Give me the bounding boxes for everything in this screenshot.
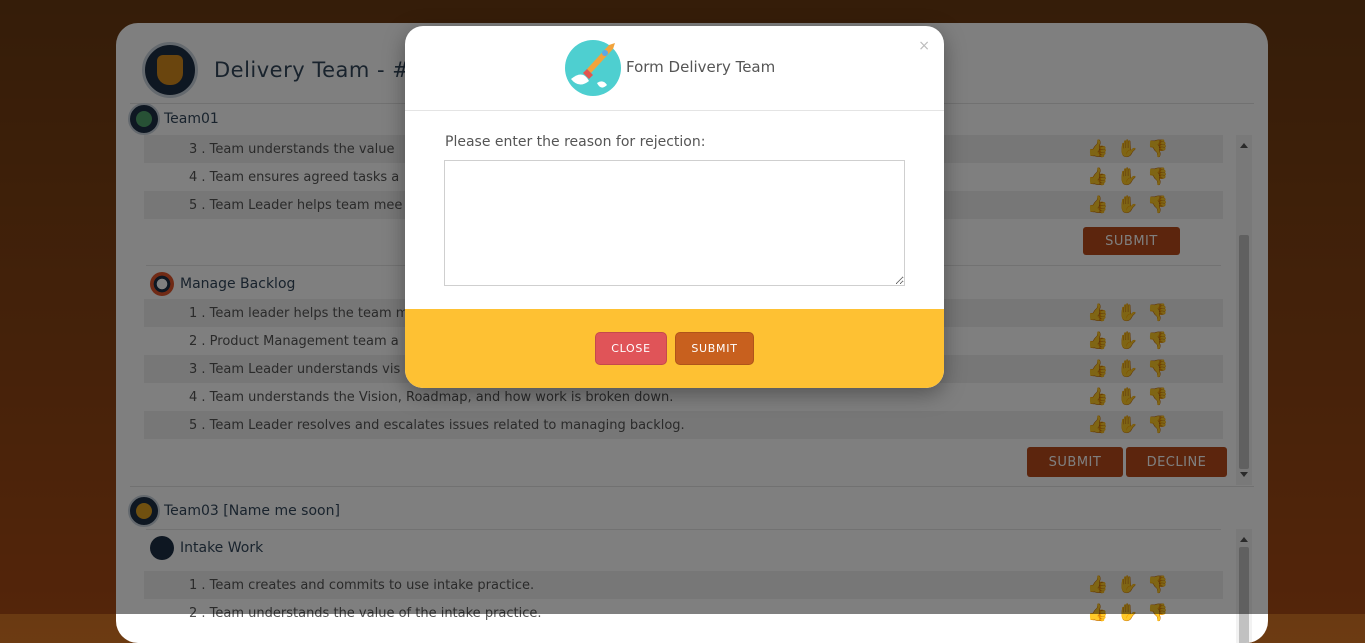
modal-title: Form Delivery Team — [626, 58, 776, 76]
close-icon[interactable]: × — [918, 38, 930, 54]
rejection-modal: Form Delivery Team × Please enter the re… — [405, 26, 944, 388]
rocket-logo-icon — [565, 40, 621, 96]
close-button[interactable]: CLOSE — [595, 332, 667, 365]
modal-footer: CLOSE SUBMIT — [405, 309, 944, 388]
submit-button[interactable]: SUBMIT — [675, 332, 754, 365]
rejection-reason-label: Please enter the reason for rejection: — [445, 134, 706, 150]
modal-header: Form Delivery Team — [405, 26, 944, 111]
rejection-reason-input[interactable] — [444, 160, 905, 286]
